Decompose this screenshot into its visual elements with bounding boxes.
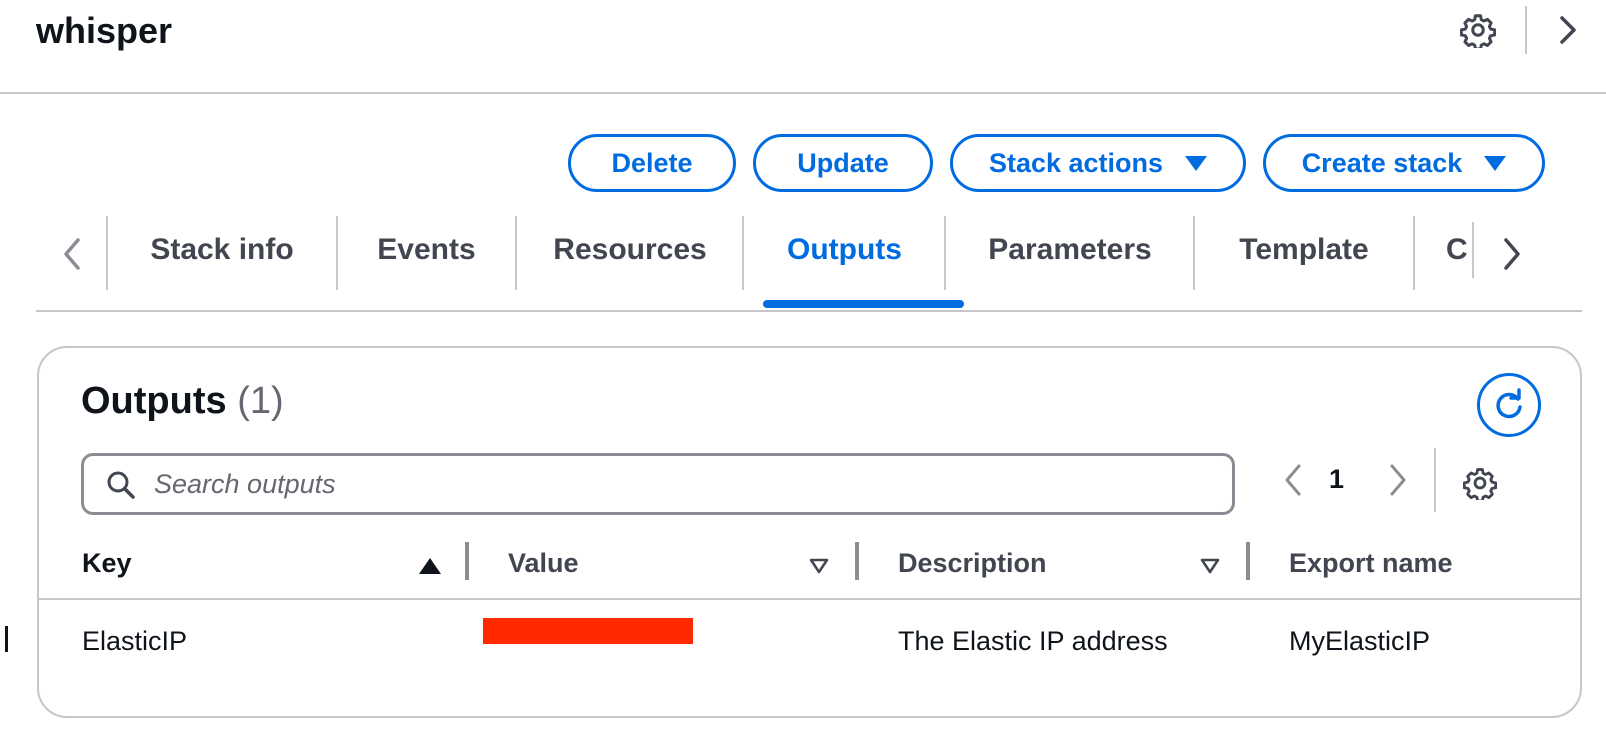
update-button[interactable]: Update	[753, 134, 933, 192]
tab-divider	[1413, 216, 1415, 290]
caret-down-icon	[1484, 155, 1507, 171]
tab-parameters[interactable]: Parameters	[946, 212, 1194, 288]
column-resizer[interactable]	[465, 542, 469, 580]
preferences-gear-icon[interactable]	[1463, 466, 1497, 500]
outputs-panel: Outputs (1) 1 Key Value	[37, 346, 1582, 718]
tab-bar: Stack info Events Resources Outputs Para…	[36, 212, 1582, 312]
page-number[interactable]: 1	[1329, 464, 1344, 495]
table-header: Key Value Description Export name	[39, 528, 1580, 600]
cell-description: The Elastic IP address	[898, 626, 1168, 656]
cell-key: ElasticIP	[82, 626, 188, 656]
sort-ascending-icon[interactable]	[419, 558, 441, 574]
page-header: whisper	[0, 0, 1606, 94]
cell-value-redacted	[483, 618, 693, 644]
column-header-description[interactable]: Description	[898, 548, 1047, 579]
next-page-icon[interactable]	[1385, 460, 1411, 500]
search-input[interactable]	[154, 462, 1214, 506]
search-field[interactable]	[81, 453, 1235, 515]
tab-partial[interactable]: C	[1418, 212, 1498, 288]
active-tab-indicator	[763, 300, 964, 308]
cell-export-name: MyElasticIP	[1289, 626, 1431, 656]
outputs-heading: Outputs (1)	[81, 380, 284, 423]
outputs-count: (1)	[237, 380, 284, 422]
search-icon	[107, 471, 135, 499]
caret-down-icon	[1185, 155, 1208, 171]
column-header-value[interactable]: Value	[508, 548, 579, 579]
text-cursor	[5, 626, 8, 652]
chevron-right-icon[interactable]	[1553, 12, 1583, 48]
page-title: whisper	[36, 10, 173, 51]
tab-stack-info[interactable]: Stack info	[108, 212, 336, 288]
outputs-title: Outputs	[81, 380, 227, 422]
refresh-button[interactable]	[1477, 373, 1541, 437]
create-stack-label: Create stack	[1301, 147, 1463, 178]
tab-resources[interactable]: Resources	[517, 212, 743, 288]
previous-page-icon[interactable]	[1280, 460, 1306, 500]
tab-events[interactable]: Events	[338, 212, 515, 288]
column-header-export-name[interactable]: Export name	[1289, 548, 1453, 579]
delete-button-label: Delete	[611, 147, 693, 178]
pagination-divider	[1434, 448, 1436, 512]
column-resizer[interactable]	[855, 542, 859, 580]
stack-actions-button[interactable]: Stack actions	[950, 134, 1246, 192]
header-divider	[1525, 6, 1527, 54]
column-resizer[interactable]	[1246, 542, 1250, 580]
chevron-left-icon[interactable]	[54, 234, 90, 274]
gear-icon[interactable]	[1460, 12, 1496, 48]
tab-outputs[interactable]: Outputs	[744, 212, 945, 288]
tab-divider	[1472, 222, 1474, 278]
sort-descending-icon[interactable]	[809, 556, 829, 576]
delete-button[interactable]: Delete	[568, 134, 736, 192]
update-button-label: Update	[797, 147, 889, 178]
stack-actions-label: Stack actions	[988, 147, 1164, 178]
create-stack-button[interactable]: Create stack	[1263, 134, 1545, 192]
tab-template[interactable]: Template	[1195, 212, 1413, 288]
refresh-icon	[1496, 388, 1522, 419]
chevron-right-icon[interactable]	[1494, 234, 1530, 274]
sort-descending-icon[interactable]	[1200, 556, 1220, 576]
column-header-key[interactable]: Key	[82, 548, 132, 579]
